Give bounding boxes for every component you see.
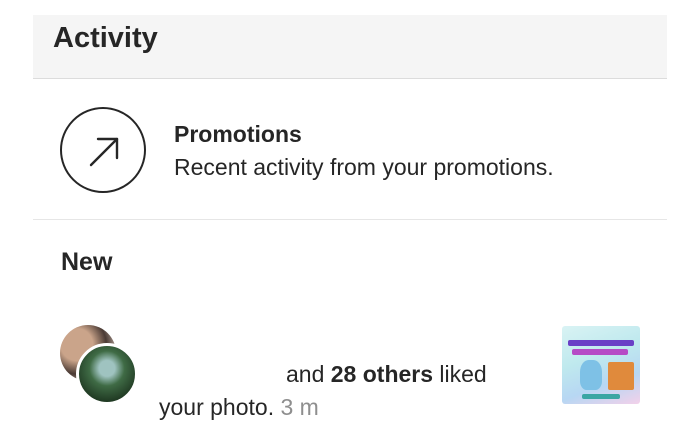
thumbnail-graphic — [572, 349, 628, 355]
page-title: Activity — [53, 22, 158, 54]
notification-object-text: your photo. — [159, 394, 275, 420]
thumbnail-graphic — [582, 394, 620, 399]
thumbnail-graphic — [568, 340, 634, 346]
post-thumbnail[interactable] — [562, 326, 640, 404]
notification-action-text: liked — [433, 361, 487, 387]
arrow-up-right-icon — [60, 107, 146, 193]
section-heading-new: New — [61, 248, 113, 276]
promotions-row[interactable]: Promotions Recent activity from your pro… — [33, 80, 667, 220]
thumbnail-graphic — [608, 362, 634, 390]
notification-row[interactable]: and 28 others liked your photo. 3 m — [33, 300, 667, 430]
notification-pre-text: and — [286, 361, 331, 387]
avatar[interactable] — [76, 343, 138, 405]
thumbnail-graphic — [580, 360, 602, 390]
timestamp: 3 m — [280, 394, 319, 420]
others-count-link[interactable]: 28 others — [331, 361, 433, 387]
promotions-title: Promotions — [174, 121, 302, 147]
notification-text-continued: your photo. 3 m — [159, 394, 319, 421]
promotions-subtitle: Recent activity from your promotions. — [174, 154, 554, 180]
activity-header: Activity — [33, 15, 667, 79]
notification-text: and 28 others liked — [286, 361, 487, 388]
